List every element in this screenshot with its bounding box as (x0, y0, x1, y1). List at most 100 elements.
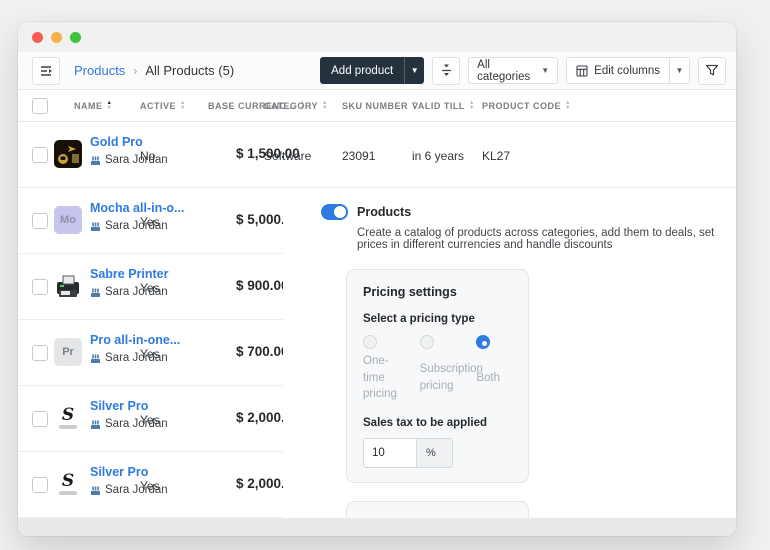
column-header-valid-till[interactable]: VALID TILL ▲ ▼ (412, 90, 475, 122)
products-description: Create a catalog of products across cate… (357, 227, 715, 251)
active-cell: Yes (140, 215, 160, 229)
product-name-link[interactable]: Pro all-in-one... (90, 333, 198, 347)
add-product-label: Add product (331, 64, 394, 77)
category-filter-value: All categories (477, 58, 531, 83)
active-cell: Yes (140, 281, 160, 295)
row-checkbox[interactable] (32, 279, 48, 295)
owner-icon (90, 221, 101, 232)
filter-button[interactable] (698, 56, 726, 85)
row-checkbox[interactable] (32, 345, 48, 361)
list-view-button[interactable] (32, 56, 60, 85)
edit-columns-main[interactable]: Edit columns (567, 58, 669, 83)
zoom-window-icon[interactable] (70, 31, 81, 43)
column-header-active[interactable]: ACTIVE ▲ ▼ (140, 90, 186, 122)
product-name-link[interactable]: Sabre Printer (90, 267, 198, 281)
active-cell: Yes (140, 479, 160, 493)
product-name-link[interactable]: Gold Pro (90, 135, 198, 149)
sales-tax-label: Sales tax to be applied (363, 417, 487, 430)
product-initials-avatar: Pr (54, 338, 82, 366)
category-filter-select[interactable]: All categories ▼ (468, 57, 559, 84)
toolbar: Products › All Products (5) Add product … (18, 52, 736, 90)
pricing-type-option-label: Both (476, 371, 500, 384)
price-cell: $ 700.00 (236, 344, 289, 359)
column-header-sku-number[interactable]: SKU NUMBER ▲ ▼ (342, 90, 418, 122)
filter-funnel-icon (705, 64, 719, 77)
active-cell: No (140, 149, 156, 163)
products-toggle[interactable] (321, 204, 348, 220)
minimize-window-icon[interactable] (51, 31, 62, 43)
product-initials-avatar: Mo (54, 206, 82, 234)
list-view-icon (39, 64, 53, 78)
window-titlebar (18, 22, 736, 52)
product-name-link[interactable]: Silver Pro (90, 465, 198, 479)
products-settings-panel: Products Create a catalog of products ac… (283, 188, 736, 536)
chevron-down-icon: ▼ (541, 65, 550, 75)
chevron-down-icon: ▼ (675, 65, 684, 75)
owner-icon (90, 419, 101, 430)
owner-icon (90, 155, 101, 166)
close-window-icon[interactable] (32, 31, 43, 43)
table-grid-icon (576, 64, 588, 77)
chevron-down-icon: ▼ (410, 65, 419, 75)
pricing-settings-title: Pricing settings (363, 285, 457, 299)
owner-name: Sara Jordan (105, 154, 168, 166)
products-toggle-label: Products (357, 205, 412, 219)
pricing-type-option[interactable]: Both (476, 335, 514, 403)
breadcrumb: Products › All Products (5) (74, 63, 234, 78)
sort-arrows-icon: ▲ ▼ (180, 100, 186, 111)
add-product-dropdown[interactable]: ▼ (404, 57, 424, 84)
valid-till-cell: in 6 years (412, 149, 465, 163)
app-window: Products › All Products (5) Add product … (18, 22, 736, 536)
row-checkbox[interactable] (32, 411, 48, 427)
pricing-settings-card: Pricing settings Select a pricing type O… (346, 269, 529, 484)
select-all-checkbox[interactable] (32, 98, 48, 114)
row-checkbox[interactable] (32, 147, 48, 163)
sales-tax-input[interactable] (363, 438, 417, 469)
breadcrumb-current: All Products (5) (145, 63, 235, 78)
sales-tax-unit: % (417, 438, 453, 469)
radio-icon (476, 335, 491, 349)
active-cell: Yes (140, 347, 160, 361)
column-header-product-code[interactable]: PRODUCT CODE ▲ ▼ (482, 90, 571, 122)
active-cell: Yes (140, 413, 160, 427)
owner-icon (90, 485, 101, 496)
row-height-button[interactable] (432, 56, 461, 85)
breadcrumb-separator: › (133, 63, 138, 78)
product-logo-s: S (54, 470, 82, 498)
pricing-type-label: Select a pricing type (363, 313, 475, 325)
add-product-button[interactable]: Add product ▼ (320, 57, 425, 84)
toggle-knob-icon (334, 206, 346, 218)
edit-columns-button[interactable]: Edit columns ▼ (566, 57, 690, 84)
pricing-type-option[interactable]: One-time pricing (363, 335, 414, 403)
product-logo-s: S (54, 404, 82, 432)
sort-arrows-icon: ▲ ▼ (468, 100, 475, 111)
breadcrumb-products-link[interactable]: Products (74, 63, 125, 78)
sort-arrows-icon: ▲ ▼ (322, 100, 328, 111)
column-header-name[interactable]: NAME ▲ ▼ (74, 90, 112, 122)
edit-columns-dropdown[interactable]: ▼ (669, 58, 689, 83)
sort-arrows-icon: ▲ ▼ (565, 100, 571, 111)
row-height-icon (440, 64, 453, 77)
row-checkbox[interactable] (32, 477, 48, 493)
table-header-row: NAME ▲ ▼ ACTIVE ▲ ▼ BASE CURRENC... ▲ ▼ CATEGORY ▲… (18, 90, 736, 122)
edit-columns-label: Edit columns (594, 64, 660, 77)
category-cell: Software (264, 149, 312, 163)
product-name-link[interactable]: Silver Pro (90, 399, 198, 413)
pricing-type-option-label: One-time pricing (363, 355, 397, 401)
sku-cell: 23091 (342, 149, 376, 163)
product-name-link[interactable]: Mocha all-in-o... (90, 201, 198, 215)
radio-icon (363, 335, 377, 349)
price-cell: $ 900.00 (236, 278, 289, 293)
product-photo-gold (54, 140, 82, 168)
window-footer (18, 518, 736, 536)
pricing-type-option-label: Subscription pricing (419, 363, 483, 392)
row-checkbox[interactable] (32, 213, 48, 229)
column-header-category[interactable]: CATEGORY ▲ ▼ (264, 90, 328, 122)
owner-icon (90, 353, 101, 364)
product-photo-printer (54, 272, 82, 300)
owner-icon (90, 287, 101, 298)
table-row[interactable]: Gold Pro Sara Jordan No $ 1,500.00 Software 2… (18, 122, 736, 188)
radio-icon (419, 335, 434, 349)
pricing-type-option[interactable]: Subscription pricing (419, 335, 483, 403)
pricing-type-radios: One-time pricing Subscription pricing Both (363, 335, 514, 403)
